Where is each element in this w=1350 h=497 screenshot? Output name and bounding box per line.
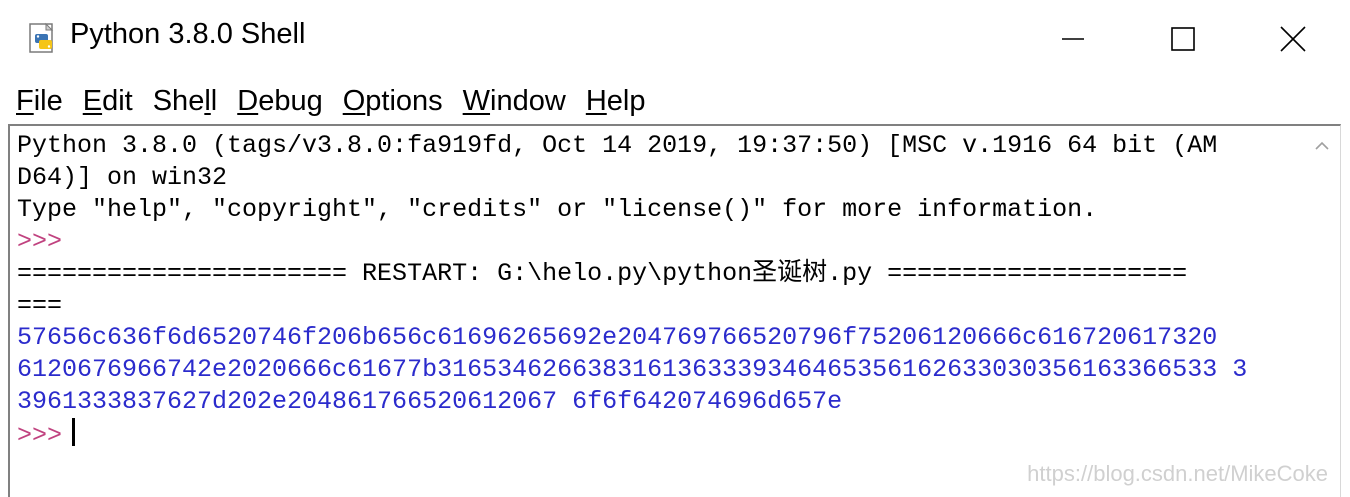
shell-output: Python 3.8.0 (tags/v3.8.0:fa919fd, Oct 1… bbox=[17, 130, 1307, 450]
menu-edit[interactable]: Edit bbox=[83, 85, 133, 118]
menu-window-mnemonic: W bbox=[462, 84, 491, 117]
input-line[interactable]: >>> bbox=[17, 418, 1307, 450]
output-line-1: 57656c636f6d6520746f206b656c61696265692e… bbox=[17, 323, 1218, 352]
menu-debug-mnemonic: D bbox=[237, 84, 259, 117]
output-line-2: 6120676966742e2020666c61677b316534626638… bbox=[17, 355, 1248, 384]
close-icon bbox=[1280, 26, 1306, 52]
shell-text-area[interactable]: Python 3.8.0 (tags/v3.8.0:fa919fd, Oct 1… bbox=[8, 124, 1341, 497]
menu-window-label: indow bbox=[490, 84, 566, 117]
menu-shell-label-pre: She bbox=[152, 84, 205, 117]
menu-edit-mnemonic: E bbox=[82, 84, 103, 117]
menu-shell[interactable]: Shell bbox=[153, 85, 218, 118]
menu-file-label: ile bbox=[33, 84, 63, 117]
prompt-line: >>> bbox=[17, 227, 63, 256]
scroll-up-arrow-icon[interactable] bbox=[1312, 136, 1332, 156]
menu-file[interactable]: File bbox=[16, 85, 63, 118]
text-cursor bbox=[72, 418, 76, 446]
menu-shell-label: l bbox=[210, 84, 218, 117]
banner-line-1: Python 3.8.0 (tags/v3.8.0:fa919fd, Oct 1… bbox=[17, 131, 1218, 160]
menu-debug[interactable]: Debug bbox=[237, 85, 322, 118]
output-line-3: 3961333837627d202e204861766520612067 6f6… bbox=[17, 387, 843, 416]
menu-file-mnemonic: F bbox=[16, 84, 34, 117]
banner-line-2: D64)] on win32 bbox=[17, 163, 228, 192]
menu-options-label: ptions bbox=[365, 84, 443, 117]
title-bar[interactable]: Python 3.8.0 Shell bbox=[0, 0, 1350, 78]
maximize-button[interactable] bbox=[1128, 0, 1238, 78]
menu-debug-label: ebug bbox=[258, 84, 323, 117]
window-title: Python 3.8.0 Shell bbox=[70, 18, 306, 50]
idle-shell-window: Python 3.8.0 Shell File Edit Shell Debug… bbox=[0, 0, 1350, 497]
menu-help-label: elp bbox=[606, 84, 646, 117]
restart-line: ====================== RESTART: G:\helo.… bbox=[17, 259, 1188, 288]
vertical-scrollbar[interactable] bbox=[1304, 126, 1340, 497]
menu-edit-label: dit bbox=[102, 84, 133, 117]
menu-help-mnemonic: H bbox=[585, 84, 607, 117]
banner-line-3: Type "help", "copyright", "credits" or "… bbox=[17, 195, 1098, 224]
minimize-icon bbox=[1062, 38, 1084, 40]
python-file-icon bbox=[29, 22, 54, 53]
menu-options-mnemonic: O bbox=[342, 84, 366, 117]
minimize-button[interactable] bbox=[1018, 0, 1128, 78]
menu-window[interactable]: Window bbox=[463, 85, 566, 118]
menu-options[interactable]: Options bbox=[343, 85, 443, 118]
menu-help[interactable]: Help bbox=[586, 85, 646, 118]
input-prompt: >>> bbox=[17, 421, 63, 450]
menu-bar: File Edit Shell Debug Options Window Hel… bbox=[0, 78, 1350, 124]
watermark: https://blog.csdn.net/MikeCoke bbox=[1027, 461, 1328, 486]
close-button[interactable] bbox=[1238, 0, 1348, 78]
restart-line-cont: === bbox=[17, 291, 63, 320]
maximize-icon bbox=[1171, 27, 1195, 51]
